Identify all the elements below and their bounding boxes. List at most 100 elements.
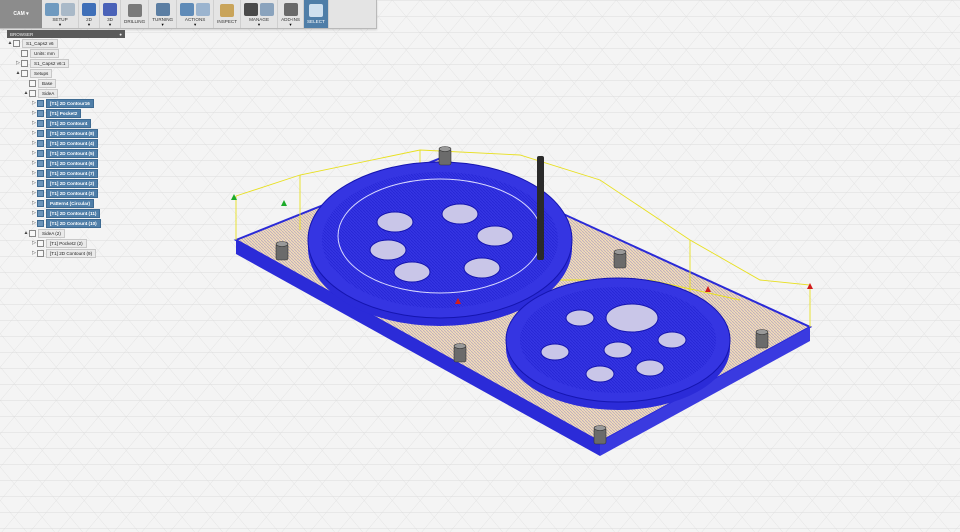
browser-node[interactable]: ▷ [T1] 2D Contour4 (4) — [7, 138, 125, 148]
dropdown-caret-icon: ▾ — [161, 22, 164, 27]
browser-node[interactable]: ▷ [T1] 2D Contour4 — [7, 118, 125, 128]
node-icon — [37, 239, 44, 247]
node-icon — [37, 249, 44, 257]
browser-node[interactable]: ▷ [T1] 2D Contour4 (8) — [7, 128, 125, 138]
toolbar-group-drilling[interactable]: DRILLING — [121, 0, 150, 28]
browser-node-label: Units: mm — [30, 48, 59, 58]
browser-node[interactable]: ▲ SideA (2) — [7, 228, 125, 238]
browser-close-icon[interactable]: ● — [119, 32, 122, 37]
workspace-switcher[interactable]: CAM ▾ — [0, 0, 42, 28]
browser-node-label: [T1] 2D Contour4 (6) — [46, 158, 99, 168]
browser-node-label: Base — [38, 78, 57, 88]
cutting-tool — [537, 156, 544, 260]
contour-2d-icon — [82, 2, 96, 16]
browser-node[interactable]: Base — [7, 78, 125, 88]
simulate-icon — [196, 2, 211, 16]
browser-node[interactable]: ▷ [T1] 2D Contour4 (7) — [7, 168, 125, 178]
node-icon — [29, 79, 36, 87]
setup-stock-icon — [61, 2, 75, 16]
tool-library-icon — [260, 2, 275, 16]
browser-title: BROWSER — [10, 31, 34, 37]
operation-icon — [37, 199, 44, 207]
browser-node[interactable]: ▷ [T1] 2D Contour4 (11) — [7, 208, 125, 218]
browser-node[interactable]: ▷ [T1] 2D Contour4 (10) — [7, 218, 125, 228]
operation-icon — [37, 109, 44, 117]
browser-node-label: S1_Caps2 v6 — [22, 38, 58, 48]
browser-node-label: Pattern4 (Circular) — [46, 198, 95, 208]
toolbar: CAM ▾ SETUP ▾ 2D ▾ 3D ▾ DRILLING TURNING… — [0, 0, 377, 29]
operation-icon — [37, 99, 44, 107]
operation-icon — [37, 209, 44, 217]
node-icon — [13, 39, 20, 47]
turning-icon — [155, 2, 170, 16]
node-icon — [29, 229, 36, 237]
operation-icon — [37, 139, 44, 147]
browser-node[interactable]: Units: mm — [7, 48, 125, 58]
3d-viewport[interactable] — [0, 0, 960, 532]
browser-node[interactable]: ▷ [T1] 2D Contour16 — [7, 98, 125, 108]
dropdown-caret-icon: ▾ — [289, 22, 292, 27]
browser-node-label: [T1] Pocket2 (2) — [46, 238, 87, 248]
actions-icon — [180, 2, 195, 16]
toolbar-group-label: INSPECT — [217, 19, 238, 24]
browser-node-label: [T1] 2D Contour16 — [46, 98, 94, 108]
adaptive-3d-icon — [103, 2, 117, 16]
browser-node[interactable]: ▷ [T1] Pocket2 — [7, 108, 125, 118]
browser-node-label: SideA (2) — [38, 228, 65, 238]
browser-node[interactable]: ▲ Setups — [7, 68, 125, 78]
browser-node-label: SideA — [38, 88, 59, 98]
dropdown-caret-icon: ▾ — [257, 22, 261, 27]
browser-node[interactable]: ▷ [T1] 2D Contour4 (6) — [7, 158, 125, 168]
toolbar-group-label: DRILLING — [124, 19, 146, 24]
node-icon — [21, 69, 28, 77]
browser-panel: BROWSER ● ▲ S1_Caps2 v6 Units: mm ▷ S1_Caps2… — [7, 30, 125, 258]
browser-node[interactable]: ▷ [T1] Pocket2 (2) — [7, 238, 125, 248]
browser-node-label: [T1] 2D Contour4 (2) — [46, 178, 99, 188]
manage-icon — [244, 2, 259, 16]
dropdown-caret-icon: ▾ — [108, 22, 112, 27]
toolbar-group-inspect[interactable]: INSPECT — [214, 0, 242, 28]
toolbar-group-manage[interactable]: MANAGE ▾ — [241, 0, 279, 28]
browser-node-label: [T1] Pocket2 — [46, 108, 82, 118]
toolbar-group-setup[interactable]: SETUP ▾ — [42, 0, 79, 28]
browser-node[interactable]: ▲ SideA — [7, 88, 125, 98]
browser-node-label: S1_Caps2 v6:1 — [30, 58, 70, 68]
browser-node[interactable]: ▷ S1_Caps2 v6:1 — [7, 58, 125, 68]
operation-icon — [37, 119, 44, 127]
browser-node-label: [T1] 2D Contour4 (4) — [46, 138, 99, 148]
drilling-icon — [127, 3, 142, 17]
browser-node[interactable]: ▷ Pattern4 (Circular) — [7, 198, 125, 208]
toolbar-group-3d[interactable]: 3D ▾ — [100, 0, 121, 28]
node-icon — [21, 59, 28, 67]
toolbar-group-turning[interactable]: TURNING ▾ — [149, 0, 178, 28]
toolbar-group-actions[interactable]: ACTIONS ▾ — [177, 0, 215, 28]
operation-icon — [37, 189, 44, 197]
workspace-label: CAM — [13, 11, 25, 17]
node-icon — [21, 49, 28, 57]
browser-tree: ▲ S1_Caps2 v6 Units: mm ▷ S1_Caps2 v6:1 ▲ Setu… — [7, 38, 125, 258]
browser-node-label: [T1] 2D Contour4 (10) — [46, 218, 101, 228]
browser-node[interactable]: ▷ [T1] 2D Contour4 (5) — [7, 148, 125, 158]
toolbar-group-2d[interactable]: 2D ▾ — [79, 0, 100, 28]
addins-icon — [283, 2, 298, 16]
toolbar-group-label: SELECT — [306, 19, 325, 24]
browser-node-label: [T1] 2D Contour4 (9) — [46, 248, 97, 258]
browser-node[interactable]: ▲ S1_Caps2 v6 — [7, 38, 125, 48]
browser-node[interactable]: ▷ [T1] 2D Contour4 (2) — [7, 178, 125, 188]
operation-icon — [37, 129, 44, 137]
toolpath-right — [505, 277, 731, 410]
browser-node[interactable]: ▷ [T1] 2D Contour4 (9) — [7, 248, 125, 258]
browser-node-label: Setups — [30, 68, 53, 78]
operation-icon — [37, 169, 44, 177]
dropdown-caret-icon: ▾ — [58, 22, 62, 27]
browser-node-label: [T1] 2D Contour4 (5) — [46, 148, 99, 158]
setup-icon — [45, 2, 59, 16]
browser-header: BROWSER ● — [7, 30, 125, 38]
toolbar-group-addins[interactable]: ADD-INS ▾ — [278, 0, 304, 28]
inspect-icon — [220, 3, 235, 17]
browser-node-label: [T1] 2D Contour4 (3) — [46, 188, 99, 198]
operation-icon — [37, 219, 44, 227]
browser-node[interactable]: ▷ [T1] 2D Contour4 (3) — [7, 188, 125, 198]
toolbar-group-select[interactable]: SELECT — [303, 0, 329, 28]
operation-icon — [37, 179, 44, 187]
